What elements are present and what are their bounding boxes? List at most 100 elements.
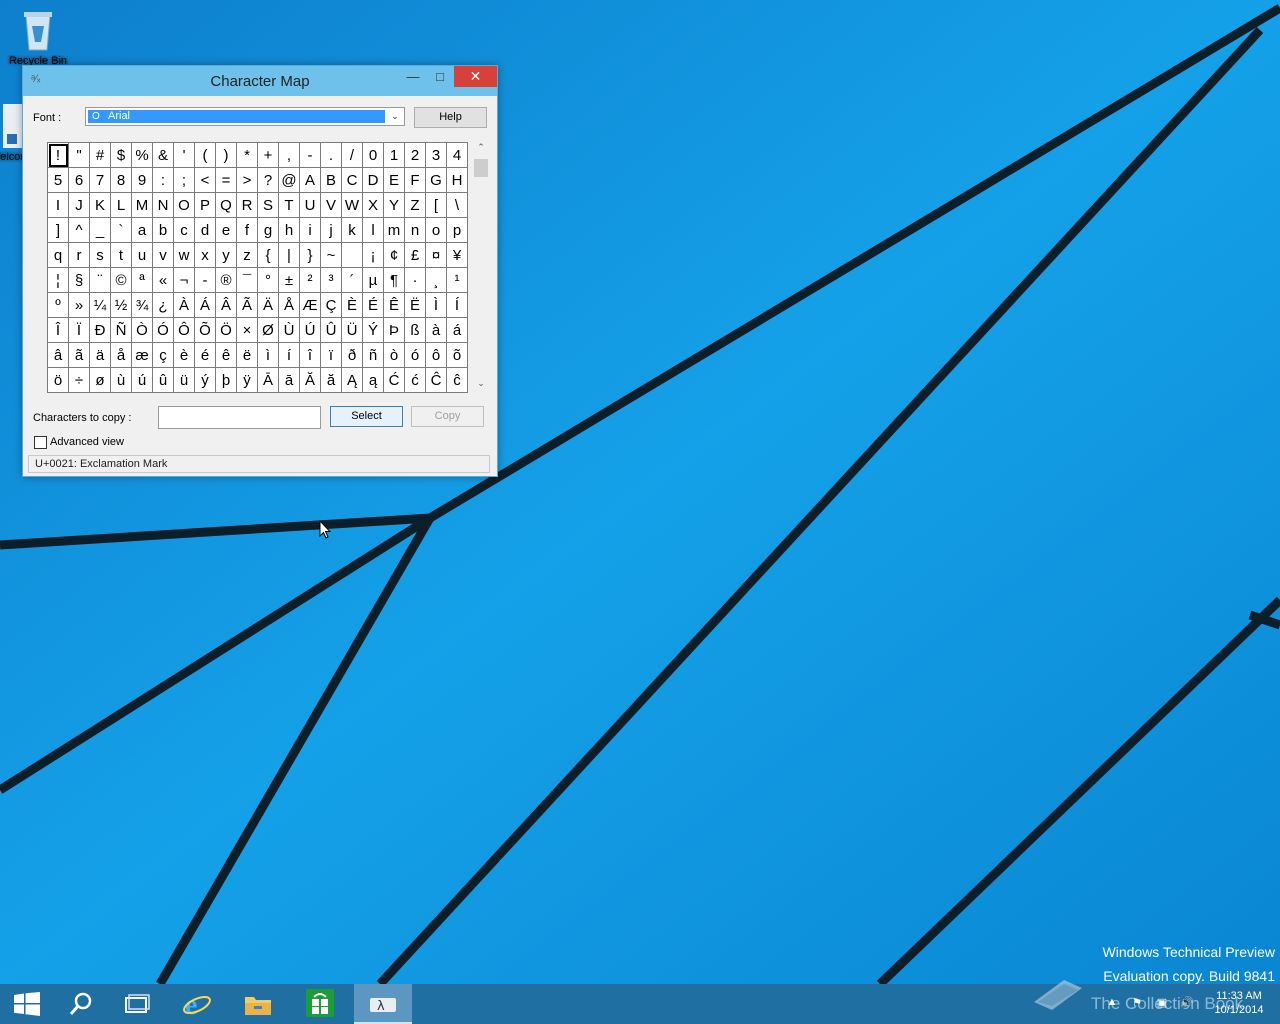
character-cell[interactable]: C [341,167,363,193]
character-cell[interactable]: " [68,142,90,168]
character-cell[interactable]: & [152,142,174,168]
character-cell[interactable]: { [257,242,279,268]
character-cell[interactable]: Ą [341,367,363,393]
character-cell[interactable]: Æ [299,292,321,318]
character-cell[interactable]: ( [194,142,216,168]
character-cell[interactable]: b [152,217,174,243]
character-cell[interactable]: Ä [257,292,279,318]
character-cell[interactable]: B [320,167,342,193]
font-dropdown[interactable]: O Arial ⌄ [85,107,405,126]
character-cell[interactable]: Ç [320,292,342,318]
character-cell[interactable]: î [299,342,321,368]
character-cell[interactable]: ; [173,167,195,193]
character-cell[interactable]: ú [131,367,153,393]
show-hidden-icons-icon[interactable]: ▲ [1105,996,1119,1010]
network-icon[interactable]: ▣ [1155,996,1169,1010]
character-cell[interactable]: é [194,342,216,368]
character-map-taskbar-button[interactable]: λ [354,984,412,1024]
character-cell[interactable]: [ [425,192,447,218]
character-cell[interactable]: } [299,242,321,268]
character-cell[interactable]: ø [89,367,111,393]
character-cell[interactable]: r [68,242,90,268]
character-cell[interactable]: J [68,192,90,218]
character-cell[interactable]: e [215,217,237,243]
character-cell[interactable]: : [152,167,174,193]
volume-icon[interactable]: 🔊 [1180,996,1194,1010]
character-cell[interactable]: ò [383,342,405,368]
character-cell[interactable]: ą [362,367,384,393]
character-cell[interactable]: ÿ [236,367,258,393]
character-cell[interactable]: ĉ [446,367,468,393]
character-cell[interactable]: 1 [383,142,405,168]
character-cell[interactable]: ? [257,167,279,193]
character-cell[interactable]: ¸ [425,267,447,293]
character-cell[interactable]: Ý [362,317,384,343]
character-cell[interactable] [341,242,363,268]
character-cell[interactable]: I [47,192,69,218]
character-cell[interactable]: ă [320,367,342,393]
character-cell[interactable]: ð [341,342,363,368]
character-cell[interactable]: z [236,242,258,268]
character-cell[interactable]: Q [215,192,237,218]
character-cell[interactable]: ` [110,217,132,243]
character-cell[interactable]: · [404,267,426,293]
character-cell[interactable]: â [47,342,69,368]
character-cell[interactable]: ñ [362,342,384,368]
internet-explorer-button[interactable]: e [170,984,224,1024]
character-cell[interactable]: 8 [110,167,132,193]
character-cell[interactable]: t [110,242,132,268]
task-view-button[interactable] [110,984,164,1024]
character-cell[interactable]: ê [215,342,237,368]
character-cell[interactable]: Ć [383,367,405,393]
character-cell[interactable]: * [236,142,258,168]
character-cell[interactable]: Î [47,317,69,343]
character-cell[interactable]: Ã [236,292,258,318]
character-cell[interactable]: 6 [68,167,90,193]
character-cell[interactable]: # [89,142,111,168]
character-cell[interactable]: ã [68,342,90,368]
character-cell[interactable]: ´ [341,267,363,293]
character-cell[interactable]: ý [194,367,216,393]
advanced-view-checkbox[interactable] [34,436,47,449]
character-cell[interactable]: ù [110,367,132,393]
character-cell[interactable]: O [173,192,195,218]
character-cell[interactable]: _ [89,217,111,243]
character-cell[interactable]: a [131,217,153,243]
character-cell[interactable]: õ [446,342,468,368]
scroll-up-icon[interactable]: ⌃ [472,142,490,156]
character-cell[interactable]: s [89,242,111,268]
character-cell[interactable]: o [425,217,447,243]
character-cell[interactable]: Y [383,192,405,218]
select-button[interactable]: Select [330,406,403,427]
character-cell[interactable]: M [131,192,153,218]
character-cell[interactable]: ¶ [383,267,405,293]
character-cell[interactable]: x [194,242,216,268]
character-cell[interactable]: ÷ [68,367,90,393]
character-cell[interactable]: V [320,192,342,218]
character-cell[interactable]: X [362,192,384,218]
character-cell[interactable]: ï [320,342,342,368]
character-cell[interactable]: Ú [299,317,321,343]
character-cell[interactable]: ö [47,367,69,393]
character-cell[interactable]: H [446,167,468,193]
character-cell[interactable]: u [131,242,153,268]
character-cell[interactable]: % [131,142,153,168]
character-cell[interactable]: ¿ [152,292,174,318]
character-cell[interactable]: Ö [215,317,237,343]
character-cell[interactable]: º [47,292,69,318]
character-cell[interactable]: @ [278,167,300,193]
character-cell[interactable]: ½ [110,292,132,318]
character-cell[interactable]: Å [278,292,300,318]
character-cell[interactable]: à [425,317,447,343]
character-cell[interactable]: ¤ [425,242,447,268]
character-cell[interactable]: N [152,192,174,218]
close-button[interactable]: ✕ [454,66,497,87]
character-cell[interactable]: ^ [68,217,90,243]
action-center-flag-icon[interactable]: ⚑ [1130,996,1144,1010]
character-cell[interactable]: \ [446,192,468,218]
character-cell[interactable]: ¹ [446,267,468,293]
character-cell[interactable]: ä [89,342,111,368]
character-cell[interactable]: L [110,192,132,218]
character-cell[interactable]: ¡ [362,242,384,268]
character-cell[interactable]: Ù [278,317,300,343]
